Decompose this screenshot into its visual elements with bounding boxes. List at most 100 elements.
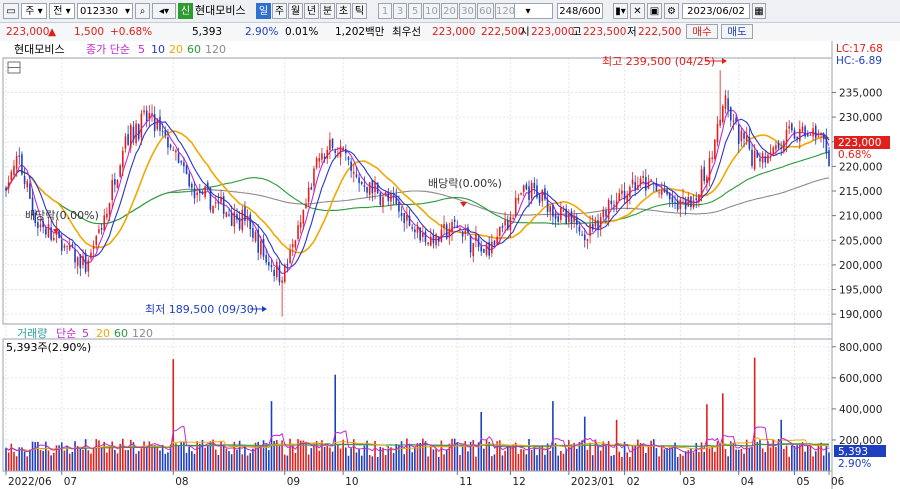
- candle-body: [135, 123, 137, 144]
- candle-body: [339, 146, 342, 158]
- period-tab-5[interactable]: 초: [336, 3, 351, 19]
- candle-body: [172, 149, 175, 151]
- candle-body: [767, 154, 769, 163]
- interval-tab-0[interactable]: 1: [378, 3, 392, 19]
- volume-bar: [183, 442, 185, 471]
- volume-bar: [422, 438, 424, 471]
- volume-bar: [156, 445, 159, 471]
- candle-body: [676, 200, 679, 210]
- volume-bar: [305, 441, 307, 471]
- candle-body: [297, 225, 299, 239]
- buy-button[interactable]: 매수: [686, 24, 718, 39]
- sound-icon[interactable]: ◂▾: [152, 3, 176, 19]
- interval-tab-2[interactable]: 5: [408, 3, 422, 19]
- search-icon[interactable]: ⌕: [135, 3, 150, 19]
- candle-body: [674, 202, 676, 204]
- interval-tab-7[interactable]: 120: [495, 3, 515, 19]
- time-tick-label: 08: [175, 476, 188, 488]
- candle-body: [740, 130, 743, 142]
- interval-tab-4[interactable]: 20: [441, 3, 458, 19]
- candle-body: [501, 226, 504, 228]
- calendar-icon[interactable]: ▦: [752, 3, 766, 19]
- mode-select[interactable]: 전 ▾: [49, 3, 75, 19]
- volume-bar: [573, 442, 575, 471]
- period-tab-2[interactable]: 월: [288, 3, 303, 19]
- menu-icon[interactable]: ▭: [3, 3, 19, 19]
- period-tab-3[interactable]: 년: [304, 3, 319, 19]
- save-icon[interactable]: ▣: [647, 3, 662, 19]
- quote-open: 223,000: [531, 26, 575, 38]
- chart-type-icon[interactable]: ▮▾: [613, 3, 628, 19]
- candle-body: [408, 215, 411, 226]
- volume-bar: [714, 451, 716, 471]
- volume-bar: [18, 447, 21, 471]
- stock-chart[interactable]: 235,000230,000225,000220,000215,000210,0…: [0, 41, 900, 489]
- quote-arrow: ▲: [48, 26, 57, 38]
- candle-body: [411, 227, 413, 229]
- tools-icon[interactable]: ✕: [630, 3, 645, 19]
- candle-body: [400, 213, 403, 217]
- volume-bar: [491, 456, 493, 471]
- volume-bar: [743, 453, 745, 471]
- volume-bar: [530, 449, 533, 471]
- candle-body: [575, 216, 578, 226]
- date-field[interactable]: 2023/06/02: [682, 3, 750, 19]
- volume-bar: [642, 444, 644, 471]
- candle-body: [132, 126, 135, 141]
- last-volume-text: 5,393: [838, 446, 868, 458]
- candle-body: [565, 208, 567, 225]
- candle-body: [21, 154, 23, 175]
- candle-body: [114, 179, 116, 185]
- interval-tab-5[interactable]: 30: [459, 3, 476, 19]
- candle-body: [307, 187, 310, 202]
- volume-bar: [347, 455, 350, 471]
- candle-body: [748, 136, 751, 149]
- sell-button[interactable]: 매도: [721, 24, 753, 39]
- candle-body: [106, 213, 108, 218]
- interval-tab-1[interactable]: 3: [393, 3, 407, 19]
- candle-body: [249, 214, 252, 230]
- quote-high: 223,500: [583, 26, 627, 38]
- candle-body: [244, 207, 246, 222]
- candle-body: [615, 200, 618, 209]
- market-select[interactable]: 주 ▾: [21, 3, 47, 19]
- volume-bar: [92, 447, 95, 471]
- volume-bar: [501, 455, 504, 471]
- candle-body: [337, 153, 339, 156]
- volume-bar: [7, 452, 10, 471]
- volume-bar: [42, 450, 44, 471]
- volume-bar: [108, 445, 111, 471]
- volume-bar: [809, 444, 812, 471]
- candle-body: [209, 188, 212, 210]
- code-input[interactable]: 012330 ▾: [77, 3, 133, 19]
- count-field[interactable]: 248/600: [557, 3, 603, 19]
- candle-body: [623, 190, 626, 200]
- period-tab-0[interactable]: 일: [256, 3, 271, 19]
- candle-body: [281, 280, 283, 283]
- candle-body: [568, 213, 570, 223]
- volume-bar: [153, 444, 156, 471]
- candle-body: [310, 187, 313, 190]
- volume-bar: [50, 455, 52, 471]
- candle-body: [214, 202, 217, 204]
- volume-bar: [719, 443, 721, 471]
- candle-body: [804, 126, 806, 137]
- volume-bar: [299, 440, 302, 471]
- volume-bar: [666, 447, 668, 471]
- interval-tab-3[interactable]: 10: [423, 3, 440, 19]
- volume-bar: [703, 451, 706, 471]
- interval-tab-6[interactable]: 60: [477, 3, 494, 19]
- settings-icon[interactable]: ⚙: [664, 3, 679, 19]
- volume-bar: [52, 452, 55, 471]
- volume-bar: [613, 454, 615, 471]
- period-tab-4[interactable]: 분: [320, 3, 335, 19]
- candle-body: [188, 173, 190, 187]
- price-tick-label: 210,000: [839, 211, 882, 223]
- period-tab-6[interactable]: 틱: [352, 3, 367, 19]
- volume-bar: [751, 447, 753, 471]
- candle-body: [345, 149, 347, 154]
- candle-body: [780, 147, 783, 149]
- period-tab-1[interactable]: 주: [272, 3, 287, 19]
- candle-body: [783, 141, 785, 152]
- candle-body: [469, 235, 472, 253]
